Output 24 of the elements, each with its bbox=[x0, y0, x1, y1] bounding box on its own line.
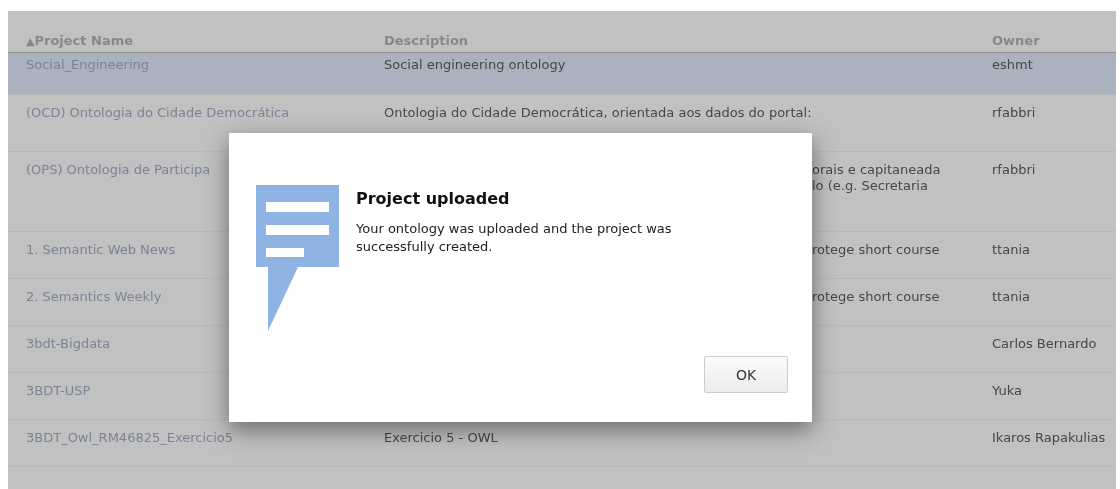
column-header[interactable]: Owner bbox=[992, 33, 1116, 52]
owner-name: rfabbri bbox=[992, 162, 1037, 178]
column-header[interactable]: Description bbox=[384, 33, 992, 52]
project-name[interactable]: (OCD) Ontologia do Cidade Democrática bbox=[26, 105, 384, 121]
owner-name: Yuka bbox=[992, 383, 1023, 399]
description-text: orais e capitaneada bbox=[812, 162, 942, 178]
description-text: Exercicio 5 - OWL bbox=[384, 430, 499, 446]
owner-name: rfabbri bbox=[992, 105, 1037, 121]
description-text: Social engineering ontology bbox=[384, 57, 567, 73]
dialog-title: Project uploaded bbox=[356, 189, 511, 208]
owner-name: Carlos Bernardo bbox=[992, 336, 1098, 352]
owner-name: ttania bbox=[992, 289, 1031, 305]
description-text: rotege short course bbox=[812, 242, 941, 258]
message-icon bbox=[256, 185, 339, 331]
column-header[interactable]: ▲Project Name bbox=[8, 33, 384, 52]
owner-name: ttania bbox=[992, 242, 1031, 258]
description-text: lo (e.g. Secretaria bbox=[812, 178, 929, 194]
owner-name: Ikaros Rapakulias bbox=[992, 430, 1107, 446]
dialog-message: Your ontology was uploaded and the project was successfully created. bbox=[356, 220, 673, 256]
description-text: Ontologia do Cidade Democrática, orientada aos dados do portal: bbox=[384, 105, 813, 121]
owner-name: eshmt bbox=[992, 57, 1034, 73]
description-text: rotege short course bbox=[812, 289, 941, 305]
project-name[interactable]: 3BDT_Owl_RM46825_Exercicio5 bbox=[26, 430, 384, 446]
ok-button[interactable]: OK bbox=[704, 356, 788, 393]
